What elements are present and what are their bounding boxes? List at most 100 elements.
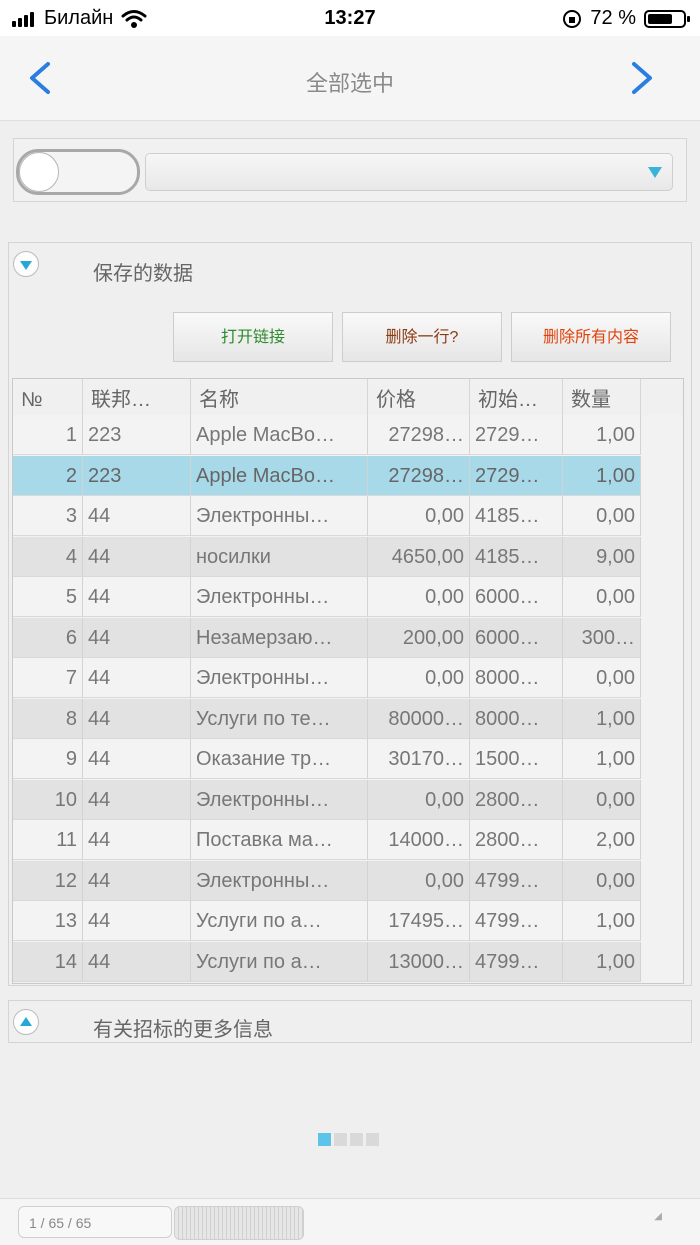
table-cell: 3: [13, 496, 83, 536]
table-cell: 223: [83, 455, 191, 496]
table-cell: 1,00: [563, 455, 641, 496]
table-cell: 30170…: [368, 739, 470, 779]
toggle-knob: [19, 152, 59, 192]
table-row[interactable]: 6 44 Незамерзаю… 200,00 6000… 300…: [13, 617, 641, 658]
table-cell: 2729…: [470, 415, 563, 455]
table-cell: 44: [83, 779, 191, 820]
table-cell: 2800…: [470, 820, 563, 860]
table-cell: Оказание тр…: [191, 739, 368, 779]
column-header[interactable]: 数量: [563, 379, 641, 415]
section-title: 保存的数据: [93, 263, 193, 285]
table-cell: 1: [13, 415, 83, 455]
column-header[interactable]: 联邦…: [83, 379, 191, 415]
table-cell: 14000…: [368, 820, 470, 860]
data-table: № 联邦… 名称 价格 初始… 数量 1 223 Apple MacBo… 27298… 2729…: [12, 378, 684, 984]
collapse-toggle-icon[interactable]: [13, 251, 39, 277]
table-cell: 0,00: [368, 496, 470, 536]
dropdown-arrow-icon: [648, 167, 662, 178]
table-cell: 44: [83, 698, 191, 739]
page-title: 全部选中: [305, 71, 394, 96]
table-row[interactable]: 12 44 Электронны… 0,00 4799… 0,00: [13, 860, 641, 901]
forward-button[interactable]: [620, 56, 660, 100]
column-header[interactable]: 初始…: [470, 379, 563, 415]
battery-fill: [648, 13, 673, 24]
page-dot[interactable]: [334, 1133, 347, 1146]
table-row[interactable]: 13 44 Услуги по а… 17495… 4799… 1,00: [13, 901, 641, 941]
table-cell: Apple MacBo…: [191, 455, 368, 496]
table-cell: Услуги по а…: [191, 901, 368, 941]
table-cell: 13: [13, 901, 83, 941]
resize-handle-icon[interactable]: ◢: [654, 1211, 662, 1222]
table-cell: 0,00: [368, 577, 470, 617]
table-row[interactable]: 4 44 носилки 4650,00 4185… 9,00: [13, 536, 641, 577]
table-cell: 0,00: [368, 658, 470, 698]
section-title: 有关招标的更多信息: [93, 1019, 273, 1041]
table-cell: 200,00: [368, 617, 470, 658]
table-cell: 8000…: [470, 698, 563, 739]
table-cell: 0,00: [563, 658, 641, 698]
table-cell: 14: [13, 941, 83, 982]
table-cell: 27298…: [368, 455, 470, 496]
column-header[interactable]: №: [13, 379, 83, 415]
page-dot[interactable]: [318, 1133, 331, 1146]
table-row[interactable]: 10 44 Электронны… 0,00 2800… 0,00: [13, 779, 641, 820]
scroll-thumb[interactable]: [174, 1206, 304, 1240]
column-header[interactable]: 名称: [191, 379, 368, 415]
table-cell: 4185…: [470, 496, 563, 536]
table-cell: 4799…: [470, 860, 563, 901]
table-cell: 300…: [563, 617, 641, 658]
expand-toggle-icon[interactable]: [13, 1009, 39, 1035]
table-cell: 2800…: [470, 779, 563, 820]
table-cell: 44: [83, 941, 191, 982]
table-cell: 27298…: [368, 415, 470, 455]
delete-row-button[interactable]: 删除一行?: [342, 312, 502, 362]
table-cell: 80000…: [368, 698, 470, 739]
table-cell: 44: [83, 577, 191, 617]
table-cell: 11: [13, 820, 83, 860]
table-cell: 6000…: [470, 617, 563, 658]
record-pager[interactable]: 1 / 65 / 65: [18, 1206, 172, 1238]
table-cell: 44: [83, 617, 191, 658]
page-dot[interactable]: [366, 1133, 379, 1146]
open-link-button[interactable]: 打开链接: [173, 312, 333, 362]
select-dropdown[interactable]: [145, 153, 673, 191]
table-cell: 4650,00: [368, 536, 470, 577]
orientation-lock-icon: [563, 9, 582, 28]
table-row[interactable]: 2 223 Apple MacBo… 27298… 2729… 1,00: [13, 455, 641, 496]
table-cell: Электронны…: [191, 496, 368, 536]
table-row[interactable]: 1 223 Apple MacBo… 27298… 2729… 1,00: [13, 415, 641, 455]
table-cell: 9: [13, 739, 83, 779]
table-row[interactable]: 14 44 Услуги по а… 13000… 4799… 1,00: [13, 941, 641, 982]
table-cell: Электронны…: [191, 779, 368, 820]
table-cell: 0,00: [368, 860, 470, 901]
table-cell: 0,00: [563, 860, 641, 901]
table-cell: 0,00: [563, 496, 641, 536]
table-cell: 0,00: [368, 779, 470, 820]
table-cell: 2729…: [470, 455, 563, 496]
delete-all-button[interactable]: 删除所有内容: [511, 312, 671, 362]
table-cell: 4185…: [470, 536, 563, 577]
table-row[interactable]: 11 44 Поставка ма… 14000… 2800… 2,00: [13, 820, 641, 860]
table-cell: 1,00: [563, 739, 641, 779]
page-dot[interactable]: [350, 1133, 363, 1146]
table-row[interactable]: 7 44 Электронны… 0,00 8000… 0,00: [13, 658, 641, 698]
table-cell: 4: [13, 536, 83, 577]
status-bar: Билайн 13:27 72 %: [0, 0, 700, 36]
table-cell: Электронны…: [191, 658, 368, 698]
column-header[interactable]: 价格: [368, 379, 470, 415]
battery-icon: [644, 9, 690, 28]
table-cell: 1500…: [470, 739, 563, 779]
toggle-switch[interactable]: [16, 149, 140, 195]
table-row[interactable]: 9 44 Оказание тр… 30170… 1500… 1,00: [13, 739, 641, 779]
table-cell: 1,00: [563, 415, 641, 455]
table-row[interactable]: 8 44 Услуги по те… 80000… 8000… 1,00: [13, 698, 641, 739]
table-cell: 4799…: [470, 941, 563, 982]
table-row[interactable]: 5 44 Электронны… 0,00 6000… 0,00: [13, 577, 641, 617]
table-cell: 223: [83, 415, 191, 455]
table-cell: 0,00: [563, 577, 641, 617]
table-row[interactable]: 3 44 Электронны… 0,00 4185… 0,00: [13, 496, 641, 536]
table-cell: Поставка ма…: [191, 820, 368, 860]
page-indicator: [318, 1133, 379, 1146]
tender-info-section: 有关招标的更多信息: [8, 1000, 692, 1043]
table-cell: Электронны…: [191, 577, 368, 617]
